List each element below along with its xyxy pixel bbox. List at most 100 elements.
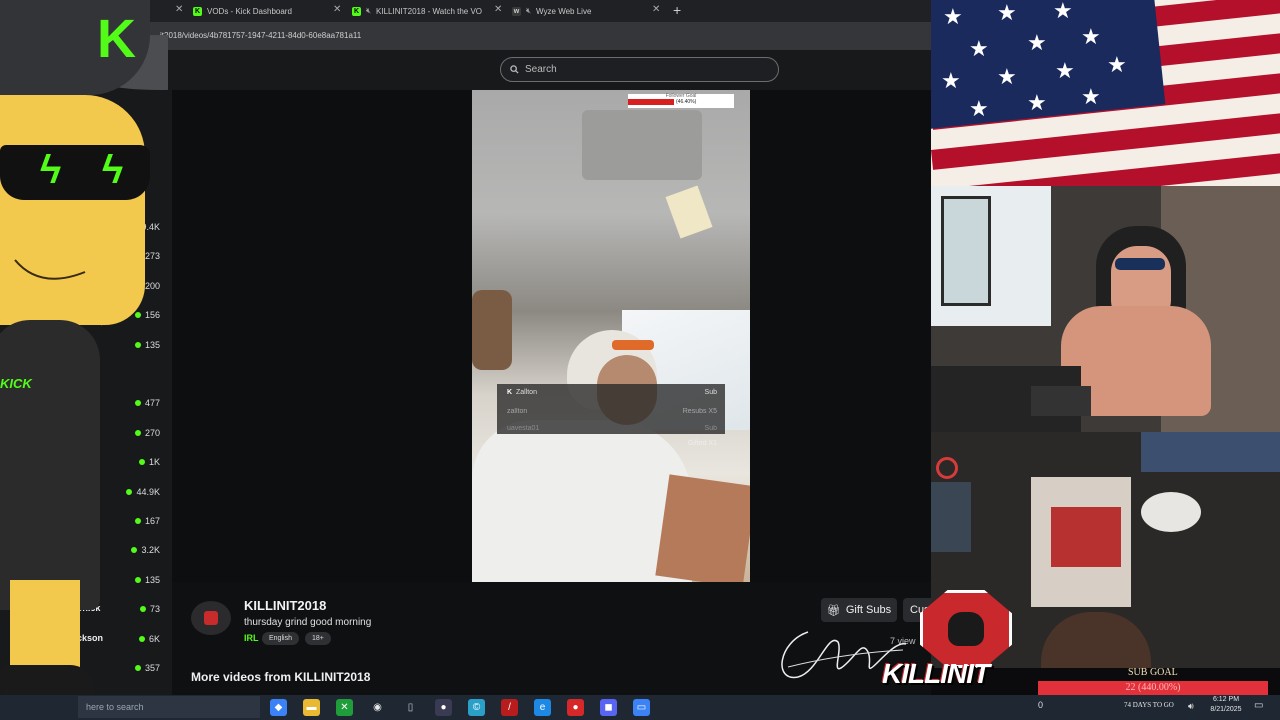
lightning-bolt-icon: ϟ: [40, 148, 62, 192]
star-icon: ★: [1081, 84, 1101, 109]
star-icon: ★: [969, 36, 989, 61]
alert-user: K Zallton: [507, 389, 537, 396]
url-field[interactable]: it2018/videos/4b781757-1947-4211-84d0-60…: [160, 31, 361, 40]
alerts-overlay: K Zallton Sub zallton Resubs X5 uavesta01 S…: [497, 384, 725, 434]
stream-title: thursday grind good morning: [244, 617, 372, 628]
tab-kick-dashboard[interactable]: K VODs - Kick Dashboard: [193, 2, 292, 20]
mascot-head: [0, 95, 145, 325]
webcam-streamer: [931, 186, 1280, 432]
tab-wyze[interactable]: w 🔇︎ Wyze Web Live: [512, 2, 591, 20]
star-icon: ★: [969, 96, 989, 121]
mascot-cap-letter: K: [97, 9, 136, 69]
taskbar-search[interactable]: here to search: [78, 696, 260, 718]
sub-goal-value: 22 (440.00%): [1125, 682, 1181, 693]
alert-user: zallton: [507, 408, 528, 415]
star-icon: ★: [1055, 58, 1075, 83]
folder-icon[interactable]: ▬: [303, 699, 320, 716]
star-icon: ★: [997, 0, 1017, 25]
star-icon: ★: [941, 68, 961, 93]
tab-label: VODs - Kick Dashboard: [207, 6, 292, 16]
gift-icon: 🎁︎: [826, 604, 841, 617]
mascot-smile: [14, 259, 86, 280]
lightning-bolt-icon: ϟ: [102, 148, 124, 192]
volume-icon[interactable]: 🔊︎: [1188, 701, 1194, 712]
tab-label: KILLINIT2018 - Watch the VO: [376, 6, 483, 16]
flag-canton: [931, 0, 1166, 130]
tag-language[interactable]: English: [262, 632, 299, 645]
mascot-sunglasses: [0, 145, 150, 200]
close-tab-icon[interactable]: ✕: [494, 4, 502, 15]
mascot-shirt-logo: KICK: [0, 376, 32, 391]
wyze-favicon-icon: w: [512, 6, 521, 16]
monitor-icon[interactable]: ▭: [633, 699, 650, 716]
star-icon: ★: [1027, 30, 1047, 55]
visor-sticker: [665, 185, 713, 239]
mascot-overlay: K ϟ ϟ KICK: [0, 0, 168, 695]
alert-user: uavesta01: [507, 425, 540, 432]
star-icon: ★: [1081, 24, 1101, 49]
sun-visor: [582, 110, 702, 180]
star-icon: ★: [1027, 90, 1047, 115]
sub-goal-days: 74 DAYS TO GO: [1124, 701, 1174, 709]
follower-goal-widget: Follower Goal (46.40%): [628, 94, 734, 108]
c-icon[interactable]: ©: [468, 699, 485, 716]
passenger-arm: [472, 290, 512, 370]
xbox-icon[interactable]: ✕: [336, 699, 353, 716]
alert-type: Gifted X1: [687, 440, 717, 447]
record-icon[interactable]: ●: [567, 699, 584, 716]
alert-row: zallton Gifted X1: [507, 440, 717, 447]
notifications-icon[interactable]: ▭: [1254, 700, 1263, 711]
kick-favicon-icon: K: [352, 6, 361, 16]
sub-goal-label: SUB GOAL: [1128, 667, 1178, 678]
taskbar-search-placeholder: here to search: [86, 702, 144, 712]
search-placeholder: Search: [525, 64, 557, 75]
alert-type: Resubs X5: [682, 408, 717, 415]
kick-favicon-icon: K: [193, 6, 202, 16]
channel-name[interactable]: KILLINIT2018: [244, 598, 326, 613]
more-videos-heading: More videos from KILLINIT2018: [191, 670, 371, 684]
search-icon: [510, 65, 519, 74]
paper-bag: [655, 474, 750, 582]
edge-icon[interactable]: e: [534, 699, 551, 716]
obs-icon[interactable]: ●: [435, 699, 452, 716]
category-link[interactable]: IRL: [244, 633, 259, 643]
star-icon: ★: [943, 4, 963, 29]
tag-mature[interactable]: 18+: [305, 632, 331, 645]
alert-type: Sub: [704, 389, 717, 396]
close-tab-icon[interactable]: ✕: [333, 4, 341, 15]
tab-killinit-vod[interactable]: K 🔇︎ KILLINIT2018 - Watch the VO: [352, 2, 482, 20]
search-input[interactable]: Search: [500, 57, 779, 82]
file-icon[interactable]: ▯: [402, 699, 419, 716]
star-icon: ★: [997, 64, 1017, 89]
sub-goal-start: 0: [1038, 700, 1044, 710]
copilot-icon[interactable]: ◆: [270, 699, 287, 716]
sunglasses: [612, 340, 654, 350]
killinit-logo-text: KILLINIT: [882, 658, 990, 689]
close-tab-icon[interactable]: ✕: [652, 4, 660, 15]
gift-subs-label: Gift Subs: [845, 604, 892, 616]
star-icon: ★: [1107, 52, 1127, 77]
taskbar-clock[interactable]: 6:12 PM 8/21/2025: [1204, 695, 1248, 715]
speaker-muted-icon[interactable]: 🔇︎: [366, 6, 371, 16]
red-app-icon[interactable]: /: [501, 699, 518, 716]
us-flag-overlay: ★ ★ ★ ★ ★ ★ ★ ★ ★ ★ ★ ★ ★: [931, 0, 1280, 186]
video-frame[interactable]: Follower Goal (46.40%): [472, 90, 750, 582]
star-icon: ★: [1053, 0, 1073, 23]
new-tab-plus-icon[interactable]: +: [673, 2, 681, 18]
alert-type: Sub: [704, 425, 717, 432]
alert-user: zallton: [507, 440, 528, 447]
tab-label: Wyze Web Live: [536, 6, 592, 16]
channel-avatar[interactable]: [191, 601, 231, 635]
logo-mascot-head: [948, 612, 984, 646]
close-tab-icon[interactable]: ✕: [175, 4, 183, 15]
speaker-muted-icon[interactable]: 🔇︎: [526, 6, 531, 16]
goal-fill: [628, 99, 674, 105]
goal-value: (46.40%): [676, 99, 697, 105]
mascot-shirt: [0, 320, 100, 610]
mascot-shoe: [0, 665, 95, 695]
chrome-icon[interactable]: ◉: [369, 699, 386, 716]
discord-icon[interactable]: ◼: [600, 699, 617, 716]
clock-time: 6:12 PM: [1212, 696, 1240, 703]
gift-subs-button[interactable]: 🎁︎ Gift Subs: [821, 598, 897, 622]
clock-date: 8/21/2025: [1210, 706, 1242, 713]
